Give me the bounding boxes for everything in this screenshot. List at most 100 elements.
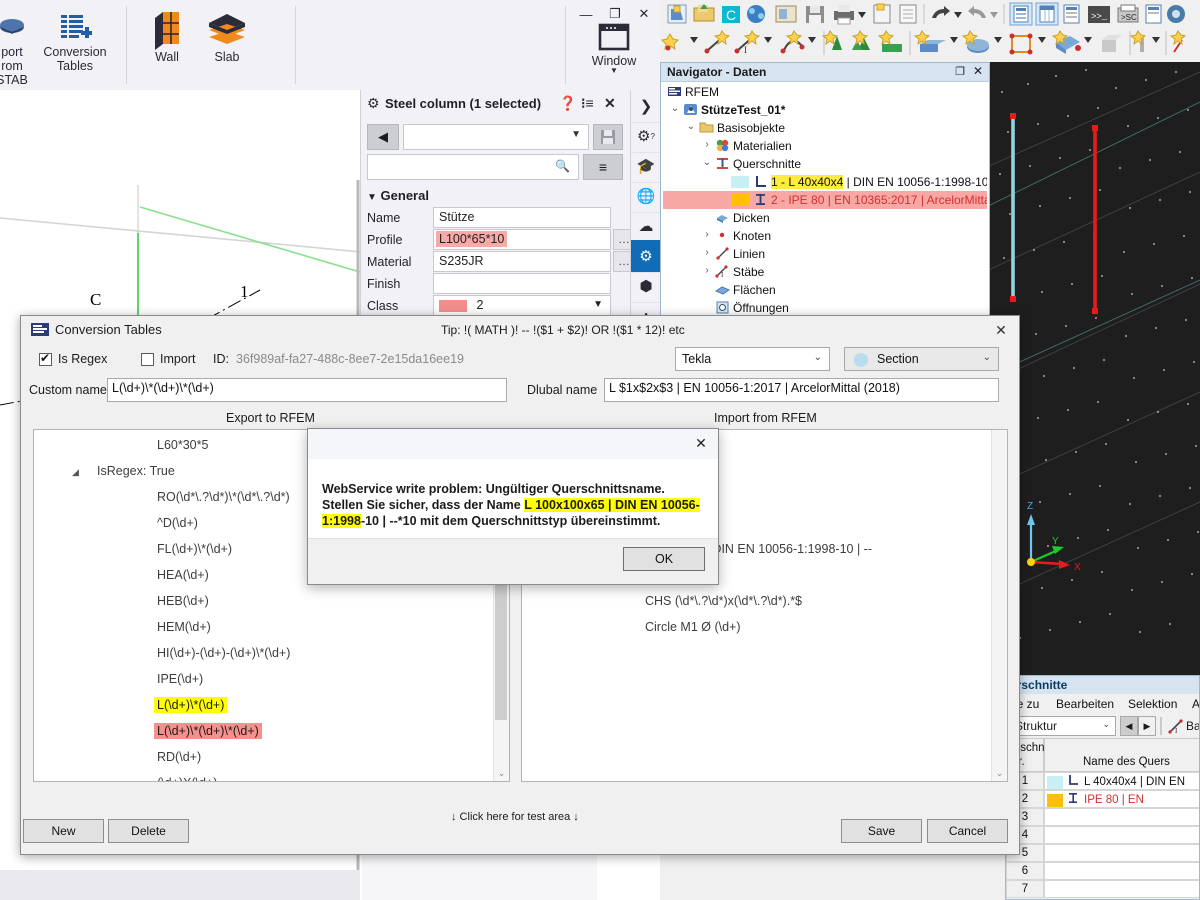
chevron-right-icon[interactable]: ❯ xyxy=(631,90,661,123)
conversion-tables-dialog: Conversion Tables Tip: !( MATH )! -- !($… xyxy=(20,315,1020,855)
object-type-combo[interactable]: Section ⌄ xyxy=(844,347,999,371)
svg-text:X: X xyxy=(1074,562,1081,573)
hamburger-icon[interactable]: ≡ xyxy=(583,154,623,180)
navigator-tree-item[interactable]: ⌄ Basisobjekte xyxy=(663,119,987,137)
close-icon[interactable]: ✕ xyxy=(991,320,1011,340)
section-label: General xyxy=(380,188,429,203)
list-item-label: HEB(\d+) xyxy=(157,594,209,608)
navigator-tree-item[interactable]: › Knoten xyxy=(663,227,987,245)
cancel-button[interactable]: Cancel xyxy=(927,819,1008,843)
rfem-3d-viewport[interactable]: Z Y X xyxy=(990,62,1200,682)
cs-row-name-cell[interactable] xyxy=(1044,844,1199,862)
new-button[interactable]: New xyxy=(23,819,104,843)
globe-icon[interactable]: 🌐 xyxy=(631,180,661,213)
cs-row-name-cell[interactable] xyxy=(1044,880,1199,898)
navigator-tree-item[interactable]: ⌄ Querschnitte xyxy=(663,155,987,173)
gear-icon[interactable]: ⚙ xyxy=(631,240,661,273)
cs-row-name-cell[interactable]: IPE 80 | EN 10365:2017 xyxy=(1044,790,1199,820)
compare-icon[interactable]: ⁝≡ xyxy=(581,95,594,112)
is-regex-checkbox[interactable] xyxy=(39,351,52,366)
graduation-cap-icon[interactable]: 🎓 xyxy=(631,150,661,183)
list-item-label: RD(\d+) xyxy=(157,750,202,764)
save-button[interactable]: Save xyxy=(841,819,922,843)
settings-help-icon[interactable]: ⚙? xyxy=(631,120,661,153)
navigator-tree-item[interactable]: 2 - IPE 80 | EN 10365:2017 | ArcelorMitt… xyxy=(663,191,987,209)
message-text-part2: -10 | --*10 mit dem Querschnittstyp über… xyxy=(360,514,661,528)
i-section-icon xyxy=(753,192,768,207)
navigator-tree-item[interactable]: › I Stäbe xyxy=(663,263,987,281)
ok-button[interactable]: OK xyxy=(623,547,705,571)
gear-icon: ⚙ xyxy=(367,95,380,111)
menu-item-ansicht[interactable]: A xyxy=(1192,697,1199,711)
ribbon-button-slab[interactable]: Slab xyxy=(185,10,269,64)
field-input-name[interactable]: Stütze xyxy=(433,207,611,228)
search-input[interactable]: 🔍 xyxy=(367,154,579,180)
chevron-down-icon[interactable]: ▼ xyxy=(573,66,655,75)
navigator-tree-item[interactable]: ⌄ StützeTest_01* xyxy=(663,101,987,119)
cs-row-name-cell[interactable]: L 40x40x4 | DIN EN 100 xyxy=(1044,772,1199,802)
tree-expander-icon[interactable]: › xyxy=(701,139,713,150)
cube-icon[interactable]: ⬢ xyxy=(631,270,661,303)
field-input-material[interactable]: S235JR xyxy=(433,251,611,272)
navigator-tree-item[interactable]: Dicken xyxy=(663,209,987,227)
cs-row-name-cell[interactable] xyxy=(1044,862,1199,880)
navigator-tree-item[interactable]: Flächen xyxy=(663,281,987,299)
property-sidebar: ❯ ⚙? 🎓 🌐 ☁ ⚙ ⬢ ⛬ xyxy=(630,90,661,333)
close-icon[interactable]: ✕ xyxy=(604,95,616,112)
navigator-tree-item[interactable]: › Materialien xyxy=(663,137,987,155)
node-icon xyxy=(715,228,730,243)
next-arrow-icon[interactable]: ▶ xyxy=(1138,716,1156,736)
cs-grid[interactable]: erschn. Nr. Name des Quers 1L 40x40x4 | … xyxy=(1006,738,1199,899)
custom-name-input[interactable]: L(\d+)\*(\d+)\*(\d+) xyxy=(107,378,507,402)
field-input-class[interactable]: 2 ▼ xyxy=(433,295,611,316)
back-arrow-icon[interactable]: ◀ xyxy=(367,124,399,150)
restore-icon[interactable]: ❐ xyxy=(955,65,965,78)
tree-expander-icon[interactable]: › xyxy=(701,229,713,240)
field-input-profile[interactable]: L100*65*10 xyxy=(433,229,611,250)
cs-row-name-cell[interactable] xyxy=(1044,826,1199,844)
tree-expander-icon[interactable]: ⌄ xyxy=(685,121,697,132)
ribbon-separator xyxy=(295,6,296,84)
close-icon[interactable]: ✕ xyxy=(690,433,712,453)
property-section-general[interactable]: ▼ General xyxy=(367,188,429,203)
tree-expander-icon[interactable]: › xyxy=(701,265,713,276)
cs-row-number[interactable]: 6 xyxy=(1006,862,1044,880)
profile-preset-combo[interactable]: ▼ xyxy=(403,124,589,150)
dlubal-name-input[interactable]: L $1x$2x$3 | EN 10056-1:2017 | ArcelorMi… xyxy=(604,378,999,402)
import-checkbox[interactable] xyxy=(141,353,154,366)
navigator-tree-item[interactable]: 1 - L 40x40x4 | DIN EN 10056-1:1998-10 |… xyxy=(663,173,987,191)
help-icon[interactable]: ❓ xyxy=(559,95,576,112)
menu-item-selektion[interactable]: Selektion xyxy=(1128,697,1177,711)
rfem-toolbar[interactable]: C >>_ >SC I xyxy=(660,0,1200,63)
save-icon[interactable] xyxy=(593,124,623,150)
chevron-down-icon: ▼ xyxy=(593,299,603,310)
close-icon[interactable]: ✕ xyxy=(973,64,983,78)
field-input-finish[interactable] xyxy=(433,273,611,294)
cs-row-number[interactable]: 7 xyxy=(1006,880,1044,898)
delete-button[interactable]: Delete xyxy=(108,819,189,843)
is-regex-label: Is Regex xyxy=(58,352,108,366)
navigator-tree-item[interactable]: RFEM xyxy=(663,83,987,101)
tree-expander-icon[interactable]: ⌄ xyxy=(669,103,681,114)
source-format-combo[interactable]: Tekla ⌄ xyxy=(675,347,830,371)
scroll-down-icon[interactable]: ⌄ xyxy=(494,766,509,781)
cs-table-menubar[interactable]: he zu Bearbeiten Selektion A xyxy=(1006,694,1199,714)
list-item-label: L60*30*5 xyxy=(157,438,209,452)
cloud-icon[interactable]: ☁ xyxy=(631,210,661,243)
model-3d-scene: Z Y X xyxy=(990,62,1200,682)
import-list-scrollbar[interactable]: ⌄ xyxy=(991,430,1007,781)
tree-expander-icon[interactable]: ◢ xyxy=(72,467,79,478)
scroll-down-icon[interactable]: ⌄ xyxy=(992,766,1007,781)
cs-filter-combo[interactable]: Struktur ⌄ xyxy=(1010,716,1116,736)
cs-row-name-cell[interactable] xyxy=(1044,808,1199,826)
navigator-tree-item[interactable]: › Linien xyxy=(663,245,987,263)
tree-expander-icon[interactable]: › xyxy=(701,247,713,258)
tree-expander-icon[interactable]: ⌄ xyxy=(701,157,713,168)
menu-item-bearbeiten[interactable]: Bearbeiten xyxy=(1056,697,1114,711)
member-tool-icon[interactable]: I xyxy=(1168,718,1184,737)
surface-icon xyxy=(714,282,731,297)
prev-arrow-icon[interactable]: ◀ xyxy=(1120,716,1138,736)
ribbon-button-conversion-tables[interactable]: Conversion Tables xyxy=(33,5,117,73)
test-area-hint[interactable]: ↓ Click here for test area ↓ xyxy=(451,811,579,823)
ribbon-button-window[interactable]: Window ▼ xyxy=(573,22,655,88)
